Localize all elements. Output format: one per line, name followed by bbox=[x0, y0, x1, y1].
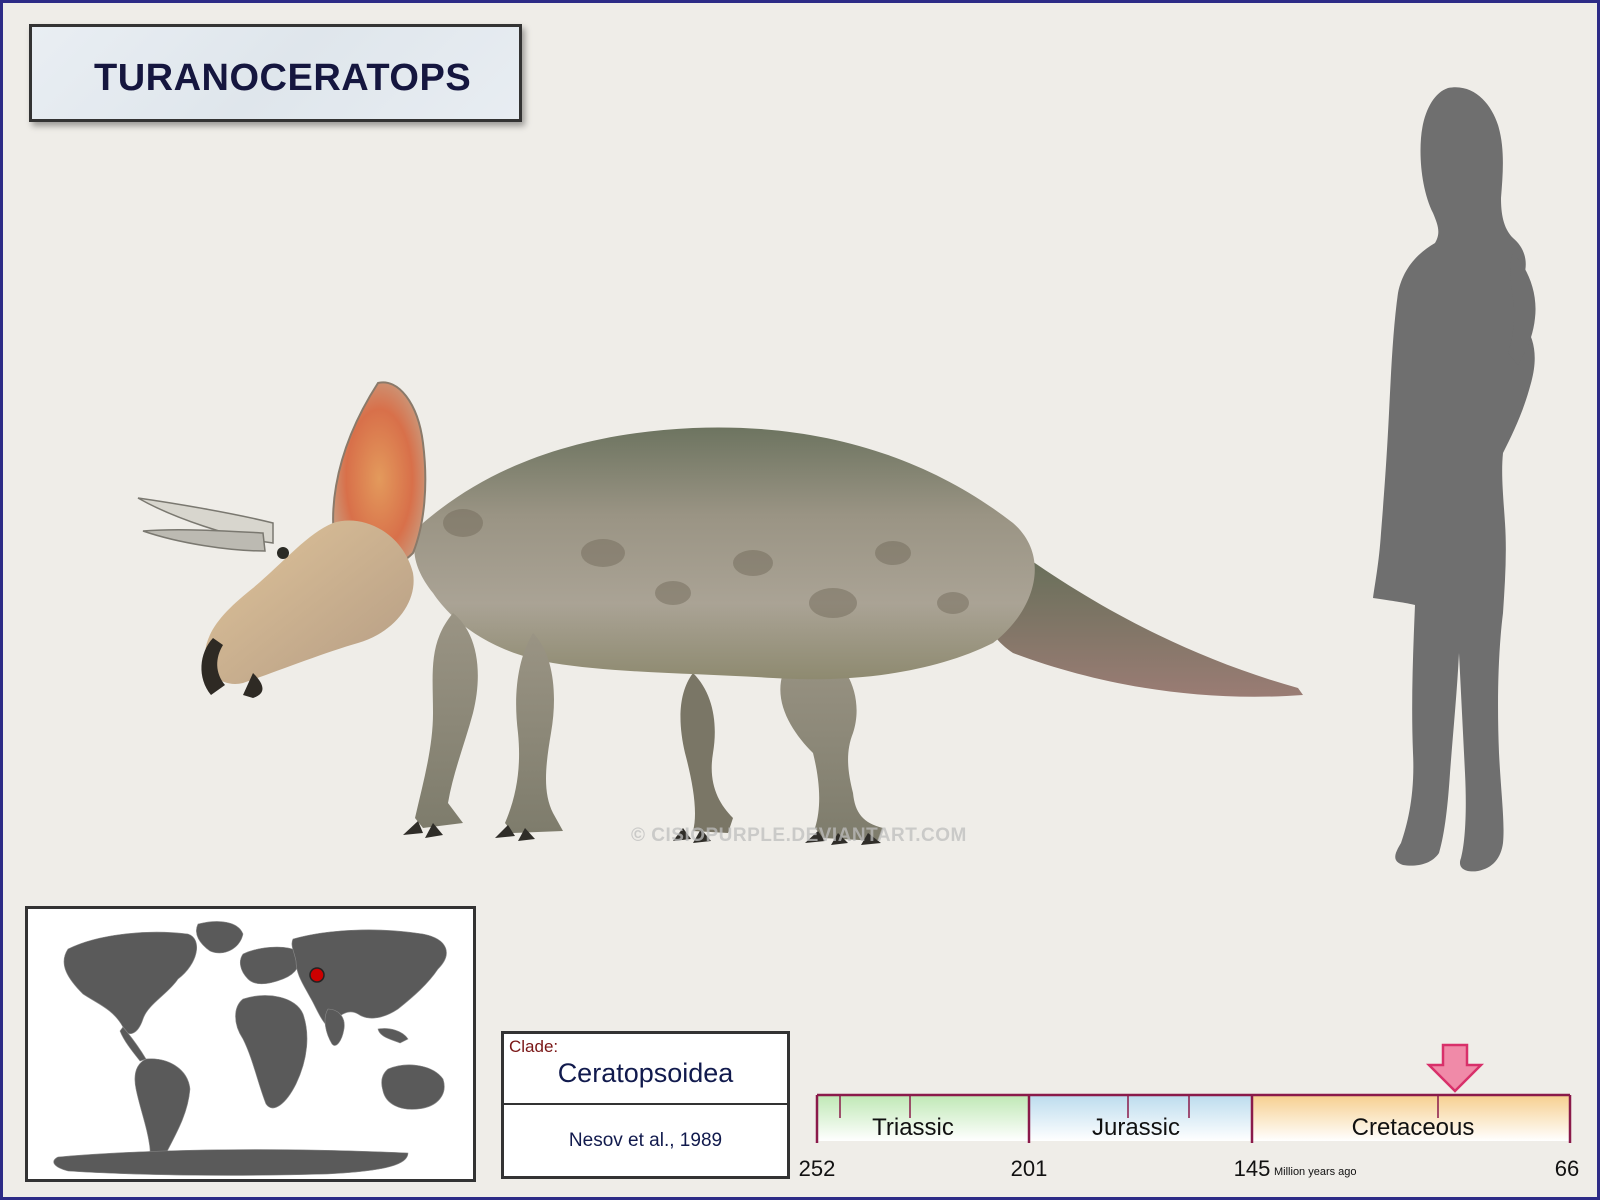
clade-divider bbox=[504, 1103, 787, 1105]
title-plate: TURANOCERATOPS bbox=[29, 24, 522, 122]
human-silhouette-image bbox=[1373, 87, 1536, 872]
clade-panel: Clade: Ceratopsoidea Nesov et al., 1989 bbox=[501, 1031, 790, 1179]
geologic-timeline: Triassic Jurassic Cretaceous 252 201 145… bbox=[799, 1043, 1579, 1181]
location-marker-icon bbox=[309, 967, 325, 983]
world-map-panel bbox=[25, 906, 476, 1182]
period-label-cretaceous: Cretaceous bbox=[1352, 1114, 1475, 1141]
boundary-label-145: 145 bbox=[1234, 1156, 1271, 1181]
time-arrow-icon bbox=[1425, 1043, 1485, 1093]
unit-label: Million years ago bbox=[1274, 1166, 1357, 1178]
boundary-label-201: 201 bbox=[1011, 1156, 1048, 1181]
watermark-text: © CISIOPURPLE.DEVIANTART.COM bbox=[631, 825, 967, 846]
period-label-jurassic: Jurassic bbox=[1092, 1114, 1180, 1141]
boundary-label-252: 252 bbox=[799, 1156, 836, 1181]
period-label-triassic: Triassic bbox=[872, 1114, 954, 1141]
page-title: TURANOCERATOPS bbox=[94, 57, 472, 99]
boundary-label-66: 66 bbox=[1555, 1156, 1579, 1181]
infographic-frame: TURANOCERATOPS © CISIOPURPLE.DEVIANTART.… bbox=[0, 0, 1600, 1200]
clade-name: Ceratopsoidea bbox=[557, 1058, 734, 1088]
world-map-image bbox=[53, 921, 447, 1176]
clade-label: Clade: bbox=[509, 1037, 559, 1056]
clade-author: Nesov et al., 1989 bbox=[568, 1130, 723, 1151]
turanoceratops-illustration bbox=[137, 381, 1303, 845]
